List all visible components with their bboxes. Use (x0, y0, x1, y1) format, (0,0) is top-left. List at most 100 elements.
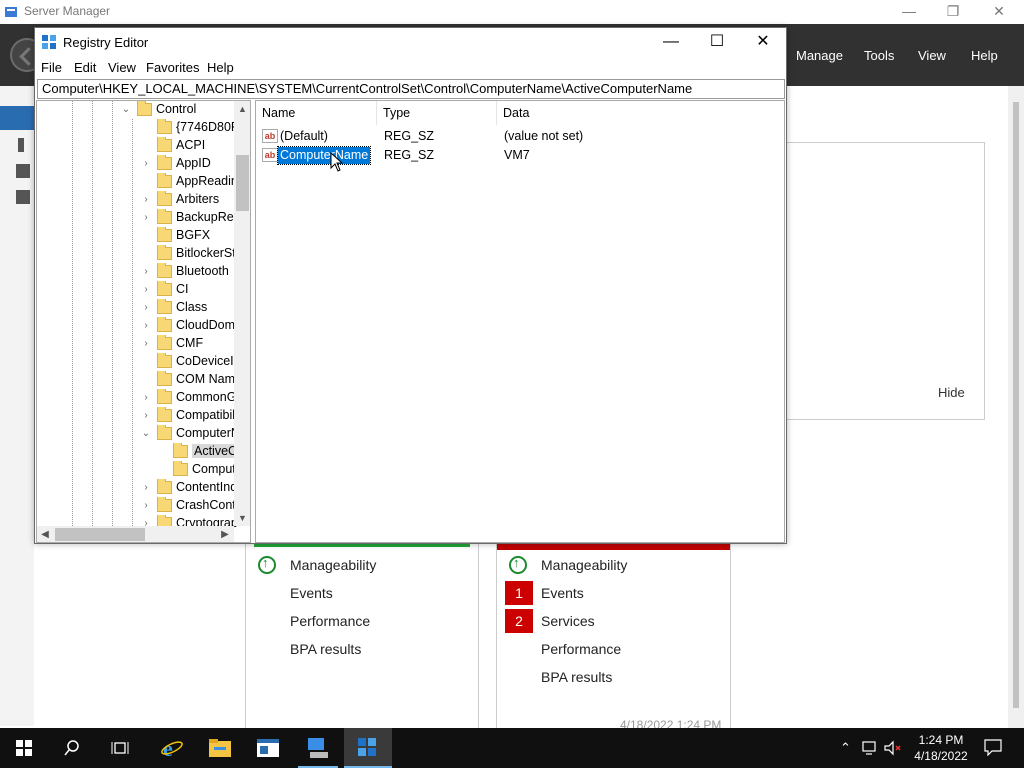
expand-chevron-icon[interactable]: › (141, 389, 151, 407)
expand-chevron-icon[interactable]: › (141, 335, 151, 353)
sm-sidebar-dashboard[interactable] (0, 106, 34, 130)
folder-icon (157, 209, 172, 224)
expand-chevron-icon[interactable]: › (141, 299, 151, 317)
tree-item[interactable]: AppReadiness (37, 173, 237, 191)
tree-item[interactable]: › CrashControl (37, 497, 237, 515)
network-icon[interactable] (862, 740, 880, 756)
scroll-left-arrow-icon[interactable]: ◀ (37, 526, 53, 542)
expand-chevron-icon[interactable]: › (141, 407, 151, 425)
registry-editor-taskbar-button[interactable] (294, 728, 342, 768)
collapse-chevron-icon[interactable]: ⌄ (121, 101, 131, 119)
sm-vertical-scrollbar[interactable] (1008, 86, 1024, 728)
taskbar-clock[interactable]: 1:24 PM 4/18/2022 (904, 732, 978, 764)
sm-menu-help[interactable]: Help (971, 48, 998, 63)
tree-hscroll-thumb[interactable] (55, 528, 145, 541)
local-server-icon[interactable] (18, 138, 24, 152)
tree-horizontal-scrollbar[interactable]: ◀ ▶ (37, 526, 234, 542)
tree-item[interactable]: › BackupRestore (37, 209, 237, 227)
server-manager-taskbar-button[interactable] (244, 728, 292, 768)
action-center-icon[interactable] (984, 738, 1002, 756)
expand-chevron-icon[interactable]: › (141, 317, 151, 335)
expand-chevron-icon[interactable]: › (141, 497, 151, 515)
file-explorer-button[interactable] (196, 728, 244, 768)
sm-menu-tools[interactable]: Tools (864, 48, 894, 63)
tree-item[interactable]: BitlockerStatus (37, 245, 237, 263)
tree-item[interactable]: › Class (37, 299, 237, 317)
sm-menu-view[interactable]: View (918, 48, 946, 63)
tree-item[interactable]: ⌄ Control (37, 101, 237, 119)
tree-item[interactable]: ⌄ ComputerNan (37, 425, 237, 443)
tile-row-events[interactable]: Events (541, 585, 584, 601)
collapse-chevron-icon[interactable]: ⌄ (141, 425, 151, 443)
tree-item[interactable]: › ContentIndex (37, 479, 237, 497)
tile-row-bpa-results[interactable]: BPA results (541, 669, 612, 685)
tree-item[interactable]: › CMF (37, 335, 237, 353)
scroll-right-arrow-icon[interactable]: ▶ (217, 526, 233, 542)
search-button[interactable] (48, 728, 96, 768)
tree-item[interactable]: › CloudDomainJ (37, 317, 237, 335)
tree-item[interactable]: › Compatibility (37, 407, 237, 425)
expand-chevron-icon[interactable]: › (141, 479, 151, 497)
expand-chevron-icon[interactable]: › (141, 281, 151, 299)
all-servers-icon[interactable] (16, 164, 30, 178)
tile-row-events[interactable]: Events (290, 585, 333, 601)
tree-item[interactable]: › AppID (37, 155, 237, 173)
sm-hide-link[interactable]: Hide (938, 385, 965, 400)
task-view-button[interactable] (96, 728, 144, 768)
sm-restore-button[interactable]: ❐ (930, 0, 976, 24)
reg-menu-edit[interactable]: Edit (74, 60, 96, 75)
tile-row-manageability[interactable]: Manageability (541, 557, 627, 573)
tree-item[interactable]: BGFX (37, 227, 237, 245)
tree-item[interactable]: › Arbiters (37, 191, 237, 209)
tree-item[interactable]: CoDeviceInsta (37, 353, 237, 371)
internet-explorer-button[interactable]: e (148, 728, 196, 768)
expand-chevron-icon[interactable]: › (141, 155, 151, 173)
tile-row-services[interactable]: Services (541, 613, 595, 629)
address-bar[interactable]: Computer\HKEY_LOCAL_MACHINE\SYSTEM\Curre… (37, 79, 785, 99)
column-header-type[interactable]: Type (377, 101, 497, 125)
tree-item[interactable]: ActiveCom (37, 443, 237, 461)
expand-chevron-icon[interactable]: › (141, 263, 151, 281)
volume-muted-icon[interactable] (884, 740, 902, 756)
tree-vscroll-thumb[interactable] (236, 155, 249, 211)
reg-minimize-button[interactable]: — (648, 28, 694, 58)
reg-menu-favorites[interactable]: Favorites (146, 60, 199, 75)
expand-chevron-icon[interactable]: › (141, 191, 151, 209)
tile-row-bpa-results[interactable]: BPA results (290, 641, 361, 657)
reg-menu-file[interactable]: File (41, 60, 62, 75)
folder-icon (157, 353, 172, 368)
sm-scroll-thumb[interactable] (1013, 102, 1019, 708)
tree-item[interactable]: COM Name A (37, 371, 237, 389)
tile-row-performance[interactable]: Performance (290, 613, 370, 629)
string-value-icon: ab (262, 148, 278, 162)
reg-menu-help[interactable]: Help (207, 60, 234, 75)
expand-chevron-icon[interactable]: › (141, 209, 151, 227)
tree-item[interactable]: › CI (37, 281, 237, 299)
tree-item[interactable]: › CommonGlob (37, 389, 237, 407)
scroll-up-arrow-icon[interactable]: ▲ (234, 101, 250, 117)
reg-menu-view[interactable]: View (108, 60, 136, 75)
tile-row-performance[interactable]: Performance (541, 641, 621, 657)
reg-menubar: File Edit View Favorites Help (35, 58, 786, 78)
sm-minimize-button[interactable]: — (886, 0, 932, 24)
scroll-down-arrow-icon[interactable]: ▼ (234, 510, 250, 526)
tree-item[interactable]: › Bluetooth (37, 263, 237, 281)
tile-row-manageability[interactable]: Manageability (290, 557, 376, 573)
tree-item[interactable]: ACPI (37, 137, 237, 155)
tree-vertical-scrollbar[interactable]: ▲ ▼ (234, 101, 250, 526)
file-services-icon[interactable] (16, 190, 30, 204)
value-row[interactable]: ab (Default) REG_SZ (value not set) (256, 127, 784, 146)
tree-item[interactable]: {7746D80F-97E (37, 119, 237, 137)
registry-editor-titlebar[interactable]: Registry Editor — ☐ ✕ (35, 28, 786, 58)
sm-menu-manage[interactable]: Manage (796, 48, 843, 63)
reg-maximize-button[interactable]: ☐ (694, 28, 740, 58)
column-header-name[interactable]: Name (256, 101, 377, 125)
column-header-data[interactable]: Data (497, 101, 784, 125)
tree-item[interactable]: ComputerN (37, 461, 237, 479)
regedit-active-taskbar-button[interactable] (344, 728, 392, 768)
start-button[interactable] (0, 728, 48, 768)
sm-close-button[interactable]: ✕ (976, 0, 1022, 24)
folder-icon (157, 335, 172, 350)
reg-close-button[interactable]: ✕ (740, 28, 786, 58)
show-hidden-icons-chevron-icon[interactable]: ⌃ (840, 740, 851, 756)
